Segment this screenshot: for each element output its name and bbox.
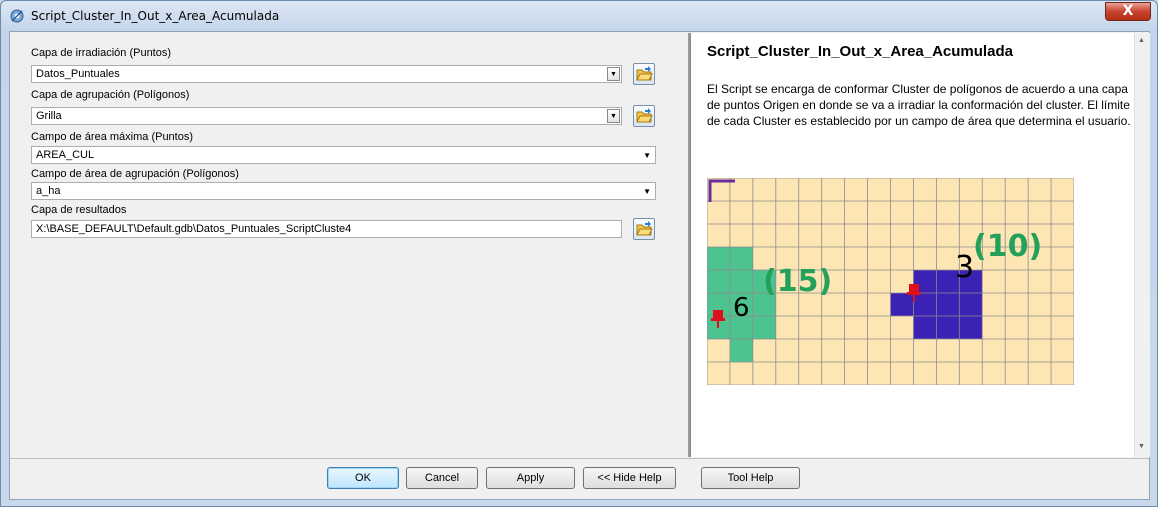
output-layer-value: X:\BASE_DEFAULT\Default.gdb\Datos_Puntua… [36,223,352,235]
max-area-field-dropdown[interactable]: AREA_CUL ▼ [31,146,656,164]
title-bar[interactable]: Script_Cluster_In_Out_x_Area_Acumulada X [1,1,1157,31]
cluster2-cell [913,316,937,339]
grouping-layer-value: Grilla [36,110,62,122]
apply-button[interactable]: Apply [486,467,575,489]
parameters-scrollbar[interactable] [678,33,688,457]
cluster1-cell [752,316,776,339]
help-title: Script_Cluster_In_Out_x_Area_Acumulada [707,43,1013,60]
cluster2-cell [913,293,937,316]
param-label-grouping-area-field: Campo de área de agrupación (Polígonos) [31,168,239,180]
cluster2-cell [959,293,983,316]
param-label-max-area-field: Campo de área máxima (Puntos) [31,131,194,143]
cluster1-area-label: (15) [763,264,832,299]
open-folder-icon [636,66,653,81]
chevron-down-icon[interactable]: ▼ [607,109,620,123]
open-folder-icon [636,108,653,123]
cluster1-cell [707,247,730,270]
grouping-layer-combo[interactable]: Grilla ▼ [31,107,622,125]
tool-help-button[interactable]: Tool Help [701,467,800,489]
tool-dialog-window: Script_Cluster_In_Out_x_Area_Acumulada X… [0,0,1158,507]
browse-output-layer-button[interactable] [633,218,655,240]
param-label-grouping-layer: Capa de agrupación (Polígonos) [31,89,190,101]
browse-grouping-layer-button[interactable] [633,105,655,127]
cluster2-count-label: 3 [955,250,974,285]
close-button[interactable]: X [1105,2,1151,21]
scroll-up-icon[interactable]: ▲ [1138,37,1145,44]
ok-button[interactable]: OK [327,467,399,489]
button-bar: OK Cancel Apply << Hide Help Tool Help [10,458,1149,499]
chevron-down-icon[interactable]: ▼ [607,67,620,81]
open-folder-icon [636,221,653,236]
help-panel: Script_Cluster_In_Out_x_Area_Acumulada E… [690,33,1134,457]
cluster-illustration: 6 (15) 3 (10) [707,178,1074,385]
irradiation-layer-combo[interactable]: Datos_Puntuales ▼ [31,65,622,83]
cluster2-cell [936,316,960,339]
cluster1-cell [729,339,753,362]
cluster2-cell [959,316,983,339]
grouping-area-field-dropdown[interactable]: a_ha ▼ [31,182,656,200]
cluster1-cell [729,270,753,293]
dialog-body: Capa de irradiación (Puntos) Datos_Puntu… [9,31,1150,500]
script-gear-icon [10,9,24,23]
max-area-field-value: AREA_CUL [36,149,95,161]
param-label-output-layer: Capa de resultados [31,204,127,216]
cluster2-cell [890,293,914,316]
grouping-area-field-value: a_ha [36,185,61,197]
cluster2-area-label: (10) [973,229,1042,264]
help-description: El Script se encarga de conformar Cluste… [707,82,1131,128]
param-label-irradiation-layer: Capa de irradiación (Puntos) [31,47,172,59]
chevron-down-icon[interactable]: ▼ [643,147,651,163]
output-layer-input[interactable]: X:\BASE_DEFAULT\Default.gdb\Datos_Puntua… [31,220,622,238]
irradiation-layer-value: Datos_Puntuales [36,68,120,80]
browse-irradiation-layer-button[interactable] [633,63,655,85]
hide-help-button[interactable]: << Hide Help [583,467,676,489]
help-scrollbar[interactable]: ▲ ▼ [1134,33,1150,457]
cluster1-cell [729,247,753,270]
cluster2-cell [936,293,960,316]
cluster1-cell [707,270,730,293]
cancel-button[interactable]: Cancel [406,467,478,489]
parameters-panel: Capa de irradiación (Puntos) Datos_Puntu… [11,33,679,457]
cluster1-count-label: 6 [733,293,750,323]
window-title: Script_Cluster_In_Out_x_Area_Acumulada [31,9,280,23]
chevron-down-icon[interactable]: ▼ [643,183,651,199]
scroll-down-icon[interactable]: ▼ [1138,443,1145,450]
